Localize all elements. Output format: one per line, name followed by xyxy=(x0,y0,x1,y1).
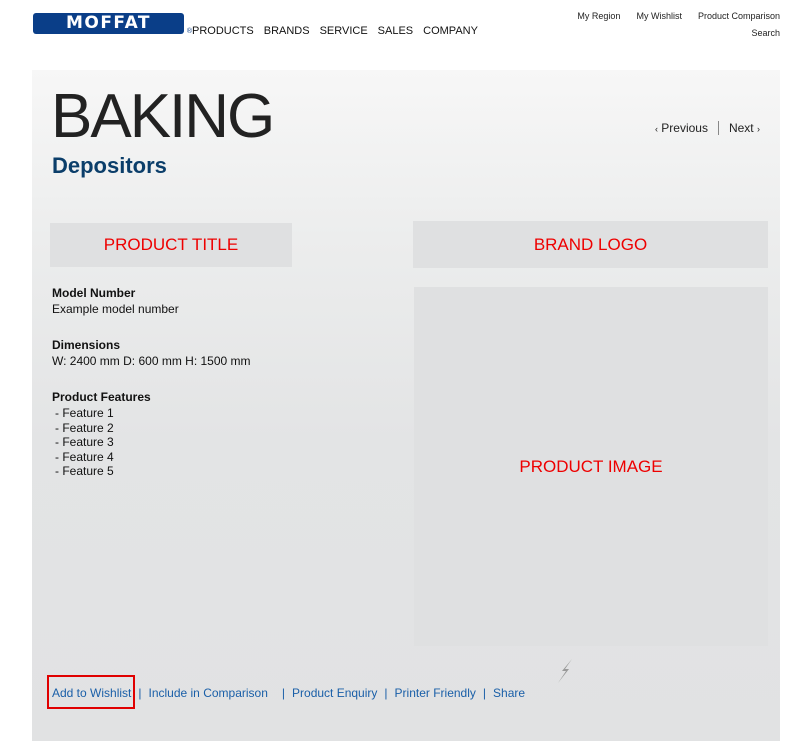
separator: | xyxy=(138,686,142,700)
include-in-comparison-link[interactable]: Include in Comparison xyxy=(148,686,267,700)
separator: | xyxy=(482,686,487,700)
dimensions-spec: Dimensions W: 2400 mm D: 600 mm H: 1500 … xyxy=(52,338,251,368)
feature-item: - Feature 4 xyxy=(55,449,114,464)
product-enquiry-link[interactable]: Product Enquiry xyxy=(292,686,377,700)
dimensions-value: W: 2400 mm D: 600 mm H: 1500 mm xyxy=(52,354,251,368)
main-nav: PRODUCTS BRANDS SERVICE SALES COMPANY xyxy=(192,25,478,37)
nav-company[interactable]: COMPANY xyxy=(423,25,478,37)
separator: | xyxy=(384,686,388,700)
separator: | xyxy=(281,686,286,700)
subcategory-title: Depositors xyxy=(52,153,167,178)
feature-list: - Feature 1 - Feature 2 - Feature 3 - Fe… xyxy=(52,406,251,479)
lightning-bolt-icon xyxy=(558,659,572,683)
feature-item: - Feature 3 xyxy=(55,435,114,449)
pager: ‹ Previous Next › xyxy=(655,121,760,135)
my-region-link[interactable]: My Region xyxy=(577,11,620,21)
category-title: BAKING xyxy=(51,82,275,151)
dimensions-label: Dimensions xyxy=(52,338,121,352)
moffat-logo[interactable]: MOFFAT ® xyxy=(33,13,192,35)
nav-sales[interactable]: SALES xyxy=(378,25,413,37)
wishlist-highlight-box xyxy=(47,675,135,709)
nav-service[interactable]: SERVICE xyxy=(320,25,368,37)
product-title-placeholder: PRODUCT TITLE xyxy=(50,223,292,267)
feature-item: - Feature 1 xyxy=(55,406,114,420)
chevron-right-icon: › xyxy=(757,124,760,134)
model-spec: Model Number Example model number xyxy=(52,286,251,316)
next-link[interactable]: Next › xyxy=(719,121,760,135)
features-spec: Product Features - Feature 1 - Feature 2… xyxy=(52,390,251,479)
brand-logo-placeholder: BRAND LOGO xyxy=(413,221,768,268)
utility-nav: My Region My Wishlist Product Comparison xyxy=(577,11,780,21)
product-specs: Model Number Example model number Dimens… xyxy=(52,286,251,501)
previous-link[interactable]: ‹ Previous xyxy=(655,121,719,135)
feature-item: - Feature 2 xyxy=(55,420,114,435)
printer-friendly-link[interactable]: Printer Friendly xyxy=(395,686,476,700)
product-image-placeholder: PRODUCT IMAGE xyxy=(414,287,768,646)
nav-brands[interactable]: BRANDS xyxy=(264,25,310,37)
feature-item: - Feature 5 xyxy=(55,464,114,478)
nav-products[interactable]: PRODUCTS xyxy=(192,25,254,37)
search-link[interactable]: Search xyxy=(751,28,780,38)
product-features-label: Product Features xyxy=(52,390,151,404)
logo-text: MOFFAT xyxy=(65,13,152,33)
my-wishlist-link[interactable]: My Wishlist xyxy=(636,11,682,21)
model-number-label: Model Number xyxy=(52,286,136,300)
product-panel: BAKING Depositors ‹ Previous Next › PROD… xyxy=(32,70,780,741)
model-number-value: Example model number xyxy=(52,302,179,316)
product-comparison-link[interactable]: Product Comparison xyxy=(698,11,780,21)
chevron-left-icon: ‹ xyxy=(654,124,658,134)
previous-label: Previous xyxy=(661,121,708,135)
share-link[interactable]: Share xyxy=(493,686,525,700)
next-label: Next xyxy=(728,121,754,135)
